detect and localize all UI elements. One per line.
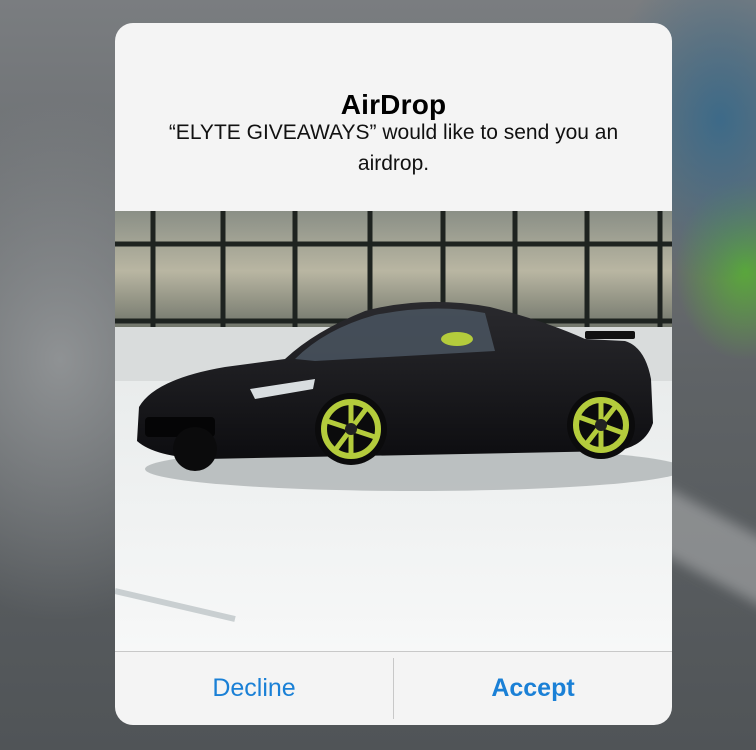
airdrop-image-preview — [115, 211, 672, 651]
accept-button[interactable]: Accept — [394, 652, 672, 725]
dialog-buttons: Decline Accept — [115, 652, 672, 725]
car-photo — [115, 211, 672, 651]
dialog-message: “ELYTE GIVEAWAYS” would like to send you… — [168, 121, 619, 175]
airdrop-dialog: AirDrop “ELYTE GIVEAWAYS” would like to … — [115, 23, 672, 725]
decline-button[interactable]: Decline — [115, 652, 393, 725]
